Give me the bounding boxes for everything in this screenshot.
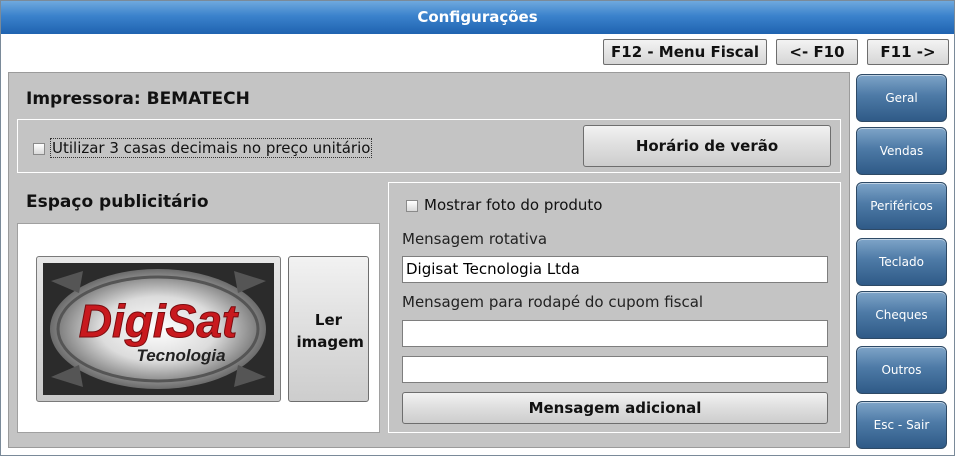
rotating-message-label: Mensagem rotativa	[402, 230, 548, 248]
product-photo-label[interactable]: Mostrar foto do produto	[424, 196, 602, 214]
prev-page-button[interactable]: <- F10	[776, 39, 858, 65]
sidebar-item-geral[interactable]: Geral	[856, 74, 947, 122]
product-photo-checkbox[interactable]	[406, 200, 418, 212]
sidebar-item-vendas[interactable]: Vendas	[856, 127, 947, 175]
sidebar-item-outros[interactable]: Outros	[856, 346, 947, 394]
sidebar-item-perifericos[interactable]: Periféricos	[856, 182, 947, 230]
next-page-button[interactable]: F11 ->	[867, 39, 949, 65]
read-image-button[interactable]: Ler imagem	[288, 256, 369, 402]
footer-message-input-2[interactable]	[402, 356, 828, 383]
window-title: Configurações	[1, 1, 954, 34]
footer-message-input-1[interactable]	[402, 320, 828, 347]
sidebar-item-esc-sair[interactable]: Esc - Sair	[856, 401, 947, 449]
daylight-saving-button[interactable]: Horário de verão	[583, 125, 831, 167]
footer-message-label: Mensagem para rodapé do cupom fiscal	[402, 293, 704, 311]
decimals-checkbox[interactable]	[33, 143, 45, 155]
sidebar-item-cheques[interactable]: Cheques	[856, 291, 947, 339]
svg-text:Tecnologia: Tecnologia	[136, 346, 225, 365]
rotating-message-input[interactable]: Digisat Tecnologia Ltda	[402, 256, 828, 283]
decimals-label[interactable]: Utilizar 3 casas decimais no preço unitá…	[50, 138, 373, 158]
menu-fiscal-button[interactable]: F12 - Menu Fiscal	[603, 39, 767, 65]
ad-logo-image[interactable]: DigiSat Tecnologia	[36, 256, 281, 402]
digisat-logo-image: DigiSat Tecnologia	[43, 263, 274, 395]
additional-message-button[interactable]: Mensagem adicional	[402, 392, 828, 424]
read-image-label: Ler imagem	[296, 311, 364, 351]
svg-text:DigiSat: DigiSat	[79, 295, 239, 347]
printer-title: Impressora: BEMATECH	[26, 89, 250, 109]
sidebar-item-teclado[interactable]: Teclado	[856, 238, 947, 286]
ad-space-title: Espaço publicitário	[26, 192, 209, 212]
